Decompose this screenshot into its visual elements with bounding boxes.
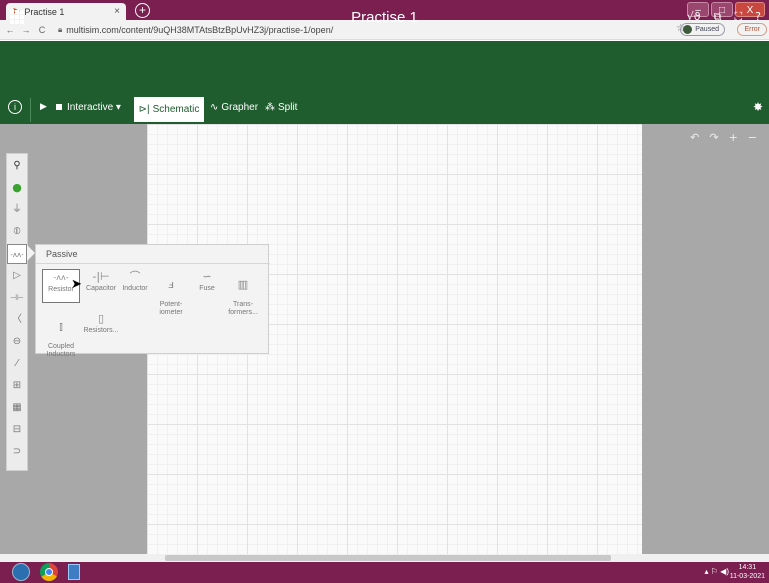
tab-split[interactable]: ⁂ Split [265, 102, 297, 113]
app-header-band [0, 77, 769, 96]
connector-icon[interactable]: ⊟ [7, 420, 27, 440]
component-label: Capacitor [86, 285, 116, 292]
probe-icon[interactable]: ● [7, 178, 27, 198]
scrollbar-thumb[interactable] [165, 555, 611, 561]
info-icon[interactable]: i [8, 100, 22, 114]
component-label: Fuse [199, 285, 215, 292]
component-inductor[interactable]: ⌒ Inductor [116, 269, 154, 293]
clock-time: 14:31 [738, 564, 757, 571]
back-icon[interactable]: ← [4, 25, 16, 35]
schematic-icon: ⊳| [138, 104, 150, 115]
mouse-cursor-icon: ➤ [71, 276, 82, 291]
tab-grapher-label: Grapher [221, 102, 259, 113]
tab-schematic[interactable]: ⊳| Schematic [134, 97, 204, 122]
capacitor-symbol-icon: -|⊢ [92, 270, 110, 283]
diode-icon[interactable]: ▷ [7, 266, 27, 286]
avatar [683, 25, 693, 34]
ic-icon[interactable]: ⊞ [7, 376, 27, 396]
fuse-symbol-icon: ∽ [202, 270, 212, 283]
undo-icon[interactable]: ↶ [690, 131, 699, 144]
source-icon[interactable]: ⦶ [7, 222, 27, 242]
taskbar-clock: 14:31 11-03-2021 [730, 563, 765, 581]
app-header [0, 41, 769, 77]
component-transformers[interactable]: ▥ Trans- formers... [224, 269, 262, 325]
lock-icon: 🔒︎ [58, 24, 63, 34]
toolbar-divider [30, 98, 31, 122]
page-title: Practise 1 [351, 9, 418, 26]
forward-icon[interactable]: → [20, 25, 32, 35]
component-potentiometer[interactable]: ⅎ Potent- iometer [152, 269, 190, 325]
fullscreen-icon[interactable]: ⛶ [734, 10, 742, 24]
search-icon[interactable]: ⚲ [7, 156, 27, 176]
stop-icon[interactable] [56, 104, 62, 110]
tab-split-label: Split [278, 102, 298, 113]
start-button-icon[interactable] [12, 563, 30, 581]
popup-divider [36, 263, 270, 264]
redo-icon[interactable]: ↷ [709, 131, 718, 144]
taskbar [0, 562, 769, 583]
component-fuse[interactable]: ∽ Fuse [188, 269, 226, 293]
canvas-tools: ↶ ↷ + − [690, 131, 757, 144]
zoom-out-icon[interactable]: − [748, 131, 757, 144]
grapher-icon: ∿ [210, 102, 219, 113]
settings-icon[interactable]: ✸ [753, 100, 763, 114]
component-label: Resistors... [83, 327, 119, 334]
potentiometer-symbol-icon: ⅎ [168, 278, 174, 291]
inductor-symbol-icon: ⌒ [129, 270, 141, 283]
logic-icon[interactable]: ⊃ [7, 442, 27, 462]
component-capacitor[interactable]: -|⊢ Capacitor [82, 269, 120, 293]
passive-components-popup: Passive -ᴧᴧ- Resistor -|⊢ Capacitor ⌒ In… [35, 244, 270, 358]
popup-pointer [27, 245, 35, 261]
component-palette: ⚲ ● ⏚ ⦶ -ᴧᴧ- ▷ ⊣⊢ 〈 ⊖ ⁄ ⊞ ▦ ⊟ ⊃ [6, 153, 28, 471]
resistor-array-symbol-icon: ▯ [97, 312, 105, 325]
split-icon: ⁂ [265, 102, 275, 113]
mcu-icon[interactable]: ▦ [7, 398, 27, 418]
system-tray-icons[interactable]: ▴ ⚐ ◀) [705, 567, 729, 576]
switch-icon[interactable]: ⁄ [7, 354, 27, 374]
tab-grapher[interactable]: ∿ Grapher [210, 102, 258, 113]
component-resistors[interactable]: ▯ Resistors... [82, 311, 120, 335]
transformer-symbol-icon: ▥ [237, 278, 249, 291]
file-explorer-taskbar-icon[interactable] [68, 564, 80, 580]
component-label: Inductor [122, 285, 148, 292]
transistor-icon[interactable]: ⊣⊢ [7, 288, 27, 308]
reload-icon[interactable]: C [36, 25, 48, 35]
zoom-in-icon[interactable]: + [729, 131, 738, 144]
opamp-icon[interactable]: 〈 [7, 310, 27, 330]
chrome-center-icon [45, 568, 53, 576]
interactive-dropdown[interactable]: Interactive ▾ [67, 102, 121, 113]
url-input[interactable]: multisim.com/content/9uQH38MTAtsBtzBpUvH… [66, 25, 333, 35]
tab-schematic-label: Schematic [152, 104, 200, 115]
popup-title: Passive [46, 249, 78, 259]
component-label: Potent- iometer [159, 301, 183, 316]
header-tools: √ϑ ⧉ ⛶ ? [687, 10, 761, 24]
formula-icon[interactable]: √ϑ [687, 10, 701, 24]
component-label: Coupled Inductors [46, 343, 76, 358]
resistor-icon[interactable]: -ᴧᴧ- [7, 244, 27, 264]
meter-icon[interactable]: ⊖ [7, 332, 27, 352]
play-icon[interactable]: ▶ [40, 101, 47, 112]
component-coupled-inductors[interactable]: ⫾ Coupled Inductors [42, 311, 80, 367]
help-icon[interactable]: ? [755, 10, 761, 24]
ground-icon[interactable]: ⏚ [7, 200, 27, 220]
share-icon[interactable]: ⧉ [714, 10, 722, 24]
component-label: Trans- formers... [228, 301, 258, 316]
clock-date: 11-03-2021 [729, 573, 765, 580]
coupled-inductors-symbol-icon: ⫾ [59, 320, 63, 333]
